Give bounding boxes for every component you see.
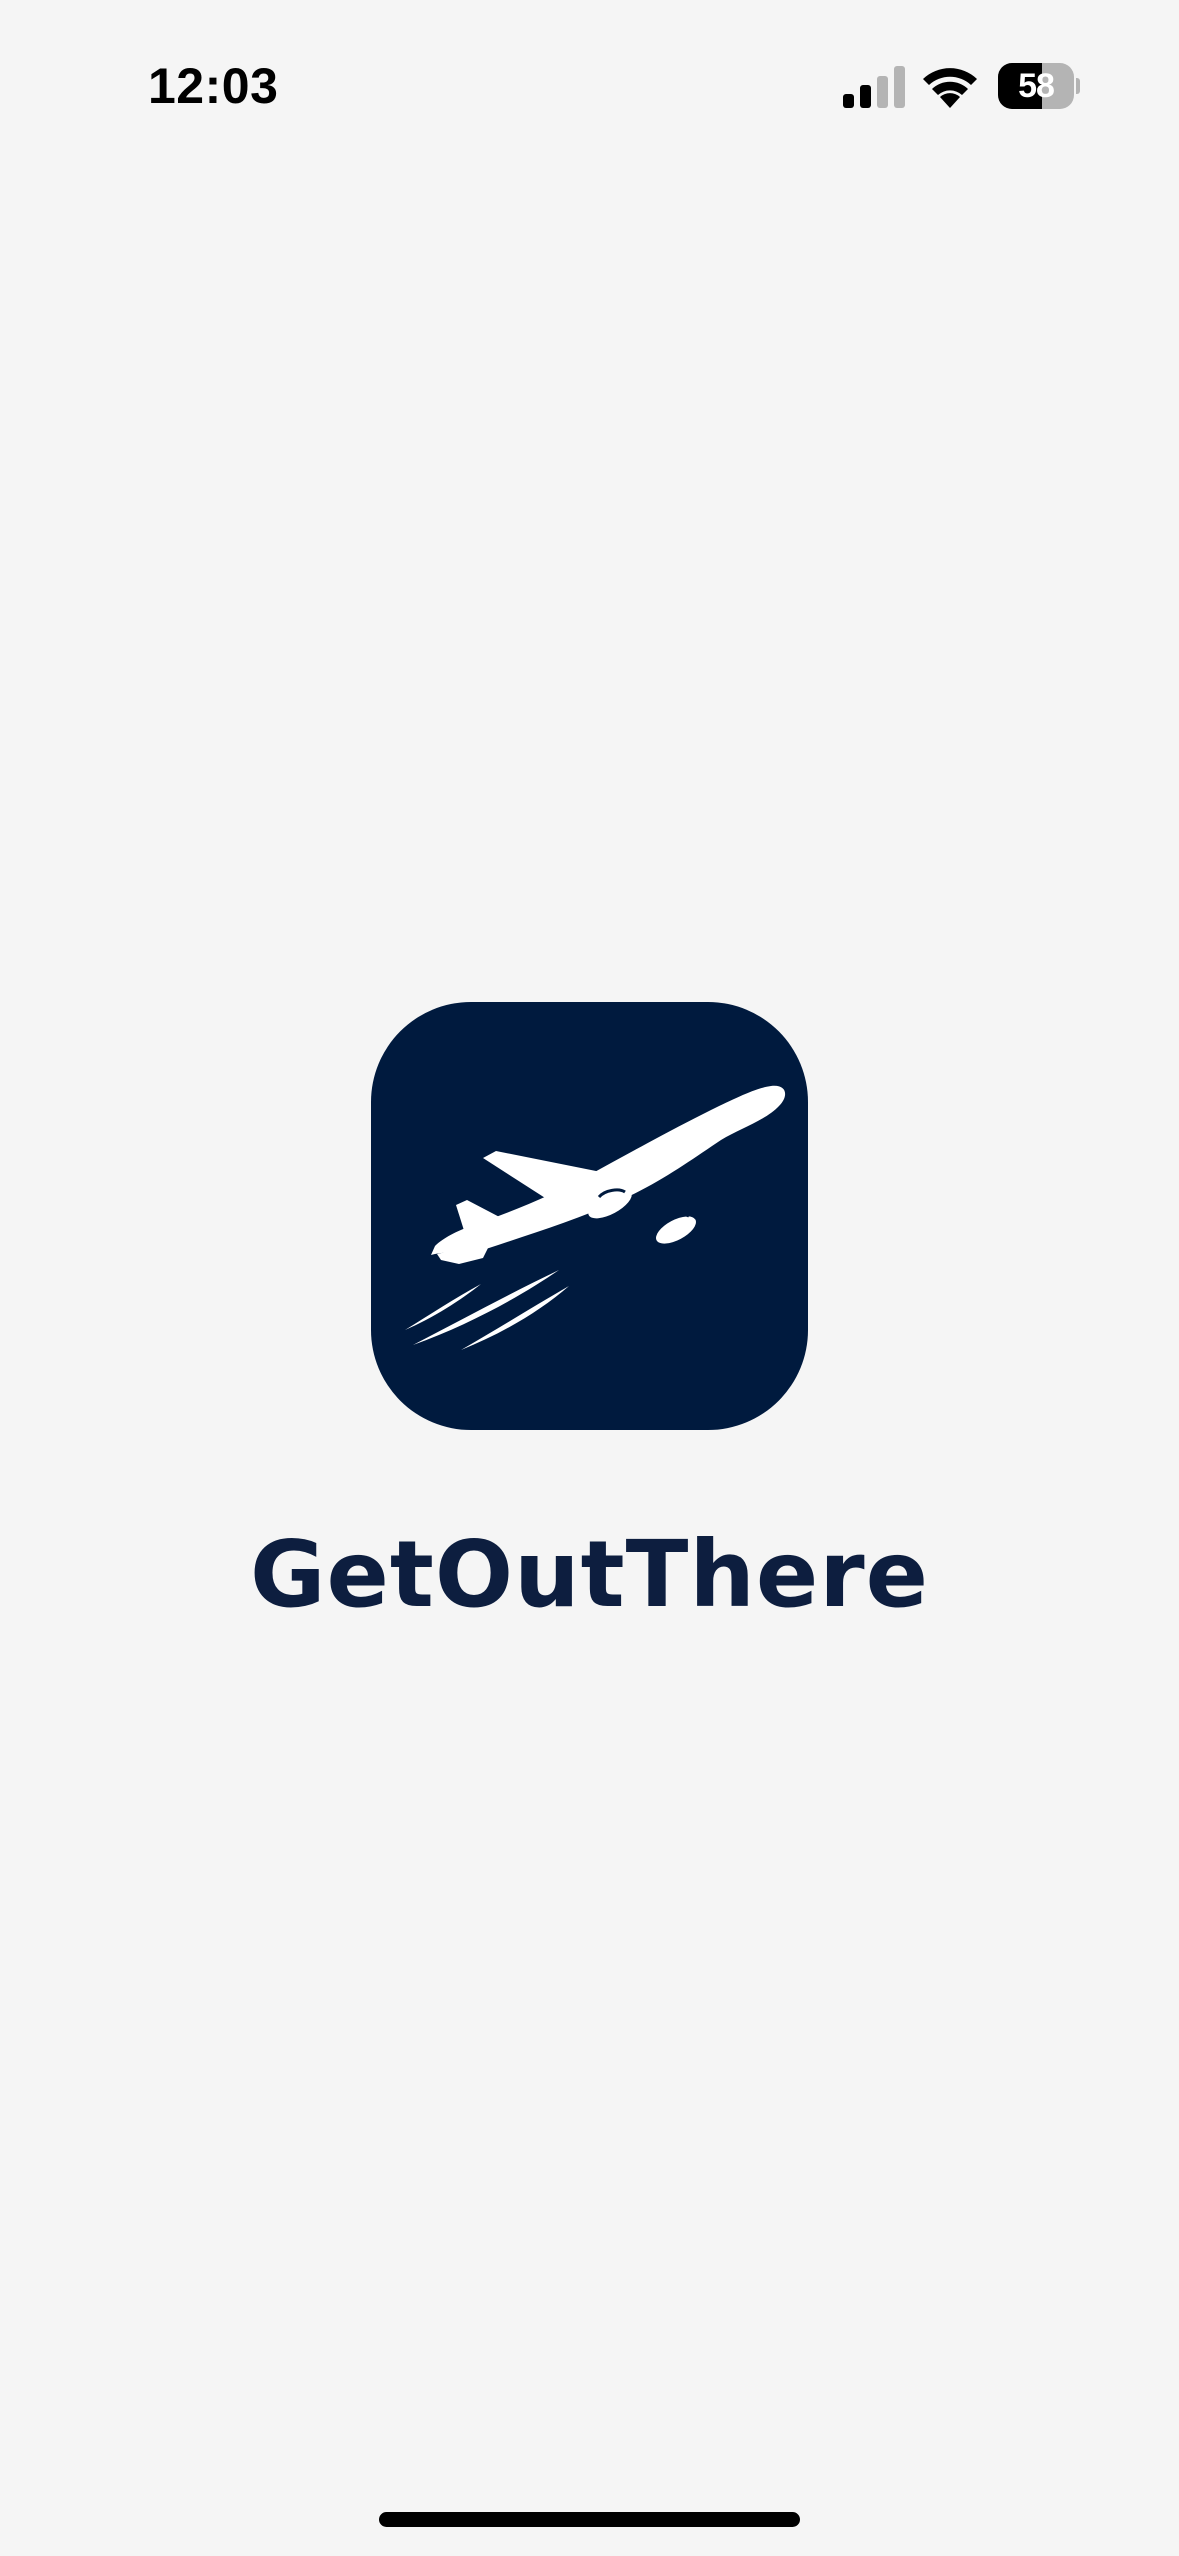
- status-bar: 12:03 58: [0, 0, 1179, 150]
- app-name-title: GetOutThere: [250, 1521, 929, 1628]
- home-indicator[interactable]: [379, 2512, 800, 2527]
- status-time: 12:03: [148, 58, 279, 114]
- battery-icon: 58: [998, 63, 1080, 109]
- wifi-icon: [923, 68, 977, 108]
- signal-bar-1: [843, 94, 854, 108]
- signal-bar-2: [860, 85, 871, 108]
- app-logo: [371, 1002, 808, 1430]
- signal-bar-4: [894, 66, 905, 108]
- signal-bar-3: [877, 76, 888, 108]
- cellular-signal-icon: [843, 66, 905, 108]
- battery-body: 58: [998, 63, 1074, 109]
- battery-cap: [1076, 78, 1080, 94]
- airplane-takeoff-icon: [405, 1085, 786, 1350]
- battery-level: 58: [1018, 67, 1055, 105]
